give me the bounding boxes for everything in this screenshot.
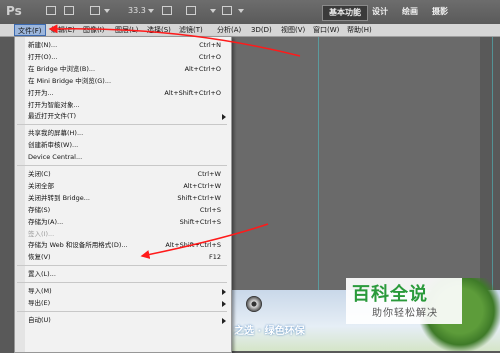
menu-window[interactable]: 窗口(W) bbox=[310, 24, 342, 36]
menu-item-label: 最近打开文件(T) bbox=[28, 112, 77, 121]
canvas-image-text: 之选 · 绿色环保 bbox=[234, 326, 305, 337]
photoshop-logo: Ps bbox=[6, 4, 22, 18]
menu-layer[interactable]: 图层(L) bbox=[112, 24, 141, 36]
menu-edit[interactable]: 编辑(E) bbox=[48, 24, 78, 36]
menu-separator bbox=[17, 282, 227, 284]
menu-item-shortcut: F12 bbox=[208, 253, 221, 262]
menu-item-label: 导出(E) bbox=[28, 299, 51, 307]
file-menu-item-6[interactable]: 最近打开文件(T) bbox=[15, 110, 231, 123]
chevron-right-icon bbox=[222, 114, 226, 121]
menu-file[interactable]: 文件(F) bbox=[14, 24, 46, 36]
menu-separator bbox=[17, 265, 227, 267]
hand-tool-icon[interactable] bbox=[162, 6, 172, 15]
view-extras-icon[interactable] bbox=[90, 6, 100, 15]
menu-item-label: Device Central... bbox=[28, 153, 83, 162]
chevron-right-icon bbox=[222, 317, 226, 324]
menu-separator bbox=[17, 310, 227, 312]
file-menu-item-10[interactable]: Device Central... bbox=[15, 151, 231, 164]
menu-filter[interactable]: 滤镜(T) bbox=[176, 24, 206, 36]
menu-item-label: 置入(L)... bbox=[28, 270, 56, 279]
screen-mode-icon[interactable] bbox=[222, 6, 232, 15]
chevron-down-icon[interactable] bbox=[210, 9, 216, 13]
menu-analysis[interactable]: 分析(A) bbox=[214, 24, 244, 36]
file-menu-item-21[interactable]: 置入(L)... bbox=[15, 268, 231, 281]
file-menu-item-19[interactable]: 恢复(V) F12 bbox=[15, 251, 231, 264]
menu-select[interactable]: 选择(S) bbox=[144, 24, 174, 36]
chevron-down-icon[interactable] bbox=[148, 9, 154, 13]
chevron-right-icon bbox=[222, 289, 226, 296]
watermark-subtitle: 助你轻松解决 bbox=[372, 308, 438, 319]
chevron-down-icon[interactable] bbox=[238, 9, 244, 13]
file-menu-item-24[interactable]: 导出(E) bbox=[15, 297, 231, 310]
options-bar: Ps 33.3 基本功能 设计 绘画 摄影 bbox=[0, 0, 500, 25]
workspace-design-tab[interactable]: 设计 bbox=[366, 5, 394, 19]
menu-separator bbox=[17, 124, 227, 126]
workspace-painting-tab[interactable]: 绘画 bbox=[396, 5, 424, 19]
menu-separator bbox=[17, 165, 227, 166]
arrange-documents-icon[interactable] bbox=[186, 6, 196, 15]
workspace-essentials-tab[interactable]: 基本功能 bbox=[322, 5, 368, 21]
menu-help[interactable]: 帮助(H) bbox=[344, 24, 375, 36]
menu-item-label: 自动(U) bbox=[28, 315, 51, 324]
menu-3d[interactable]: 3D(D) bbox=[248, 24, 275, 36]
mini-bridge-icon[interactable] bbox=[64, 6, 74, 15]
bridge-icon[interactable] bbox=[46, 6, 56, 15]
workspace-photography-tab[interactable]: 摄影 bbox=[426, 5, 454, 19]
menu-item-label: 恢复(V) bbox=[28, 253, 51, 262]
zoom-level[interactable]: 33.3 bbox=[128, 6, 146, 15]
menu-image[interactable]: 图像(I) bbox=[80, 24, 108, 36]
disc-icon bbox=[246, 296, 262, 312]
chevron-down-icon[interactable] bbox=[104, 9, 110, 13]
file-menu-item-26[interactable]: 自动(U) bbox=[15, 314, 231, 327]
file-menu-dropdown: 新建(N)... Ctrl+N 打开(O)... Ctrl+O 在 Bridge 中浏览… bbox=[14, 36, 232, 353]
chevron-right-icon bbox=[222, 301, 226, 307]
watermark-title: 百科全说 bbox=[352, 284, 428, 305]
menu-view[interactable]: 视图(V) bbox=[278, 24, 308, 36]
